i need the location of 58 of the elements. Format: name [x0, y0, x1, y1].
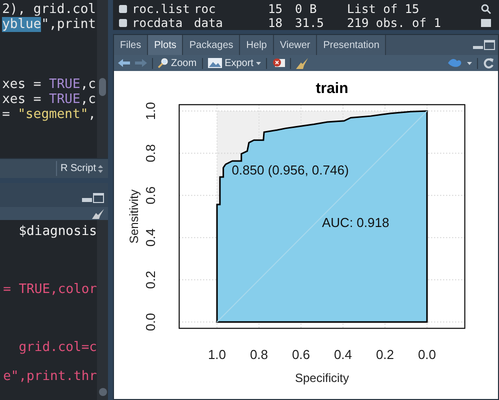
- x-tick-label: 0.0: [418, 347, 436, 362]
- tab[interactable]: Plots: [148, 35, 184, 55]
- object-length: 15: [268, 2, 284, 16]
- annotation: 0.850 (0.956, 0.746): [232, 162, 349, 178]
- console-line: = TRUE,color: [3, 282, 97, 297]
- object-name: roc.list: [132, 2, 191, 16]
- object-type: data: [194, 16, 224, 30]
- code-line: yblue",print: [2, 17, 96, 32]
- x-tick-label: 0.8: [250, 347, 268, 362]
- magnifier-icon: [158, 58, 168, 68]
- object-value: List of 15: [347, 2, 420, 16]
- y-tick-label: 0.6: [143, 186, 158, 204]
- x-axis-label: Specificity: [294, 371, 350, 385]
- broom-icon[interactable]: [296, 58, 308, 68]
- maximize-icon[interactable]: [93, 193, 104, 203]
- export-button[interactable]: Export: [208, 56, 262, 70]
- tab[interactable]: Viewer: [274, 35, 318, 55]
- scrollbar[interactable]: [97, 0, 108, 158]
- dropdown-icon: [98, 164, 103, 172]
- back-arrow-icon[interactable]: [118, 59, 130, 67]
- scrollbar-thumb[interactable]: [98, 388, 106, 396]
- y-tick-label: 0.4: [143, 228, 158, 247]
- console-line: $diagnosis: [18, 224, 97, 239]
- chart-title: train: [316, 80, 348, 97]
- y-tick-label: 0.2: [143, 270, 158, 289]
- console-line: grid.col=c: [18, 340, 97, 355]
- code-line: = "segment",: [2, 107, 96, 122]
- object-length: 18: [268, 16, 284, 30]
- object-value: 219 obs. of 1: [347, 16, 442, 30]
- code-line: xes = TRUE,c: [2, 92, 96, 107]
- y-tick-label: 0.0: [143, 312, 158, 332]
- tab[interactable]: Files: [114, 35, 148, 55]
- y-axis-label: Sensitivity: [127, 189, 141, 244]
- object-type: roc: [194, 2, 217, 16]
- code-line: xes = TRUE,c: [2, 77, 96, 92]
- tab[interactable]: Packages: [183, 35, 240, 55]
- annotation: AUC: 0.918: [322, 215, 390, 230]
- object-size: 31.5: [295, 16, 325, 30]
- zoom-button[interactable]: Zoom: [158, 56, 197, 70]
- image-icon: [208, 58, 222, 68]
- caret-icon: [256, 62, 262, 64]
- refresh-icon[interactable]: [483, 58, 494, 68]
- x-tick-label: 1.0: [208, 347, 226, 362]
- tab[interactable]: Presentation: [317, 35, 386, 55]
- y-tick-label: 1.0: [143, 102, 158, 120]
- remove-plot-icon[interactable]: [272, 58, 286, 68]
- x-tick-label: 0.2: [376, 347, 394, 362]
- y-tick-label: 0.8: [143, 144, 158, 162]
- code-line: 2), grid.col: [2, 2, 96, 17]
- console-line: e",print.thr: [3, 369, 97, 384]
- x-tick-label: 0.4: [334, 347, 352, 362]
- object-size: 0 B: [295, 2, 318, 16]
- x-tick-label: 0.6: [292, 347, 310, 362]
- object-name: rocdata: [132, 16, 184, 30]
- tab[interactable]: Help: [240, 35, 274, 55]
- maximize-icon[interactable]: [484, 40, 495, 50]
- search-icon[interactable]: [481, 4, 491, 14]
- caret-icon[interactable]: [467, 62, 472, 64]
